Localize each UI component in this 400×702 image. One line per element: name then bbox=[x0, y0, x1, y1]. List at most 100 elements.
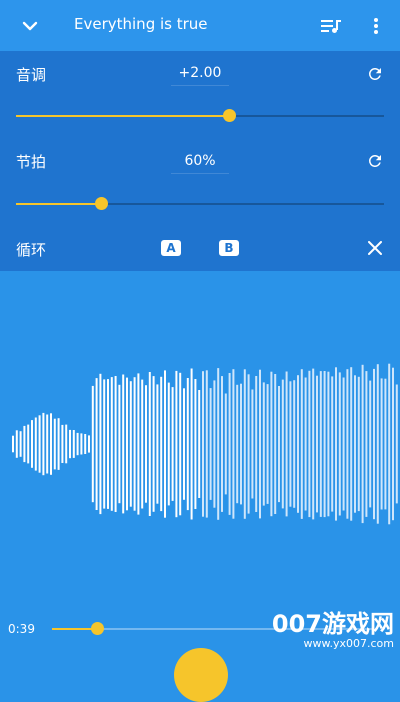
waveform-bar bbox=[186, 378, 189, 511]
playback-progress-thumb[interactable] bbox=[90, 622, 104, 635]
waveform-bar bbox=[331, 376, 334, 512]
pitch-slider-fill bbox=[16, 115, 230, 117]
waveform-bar bbox=[350, 367, 353, 521]
waveform-bar bbox=[175, 370, 178, 518]
elapsed-time: 0:39 bbox=[8, 622, 35, 636]
waveform-bar bbox=[133, 377, 136, 511]
waveform-bar bbox=[266, 384, 269, 504]
waveform-bar bbox=[65, 424, 68, 464]
top-bar: Everything is true bbox=[0, 0, 400, 51]
waveform-bar bbox=[312, 368, 315, 520]
play-button[interactable] bbox=[174, 648, 228, 702]
waveform-bar bbox=[164, 370, 166, 518]
waveform-bar bbox=[171, 387, 174, 501]
waveform-bar bbox=[361, 364, 364, 524]
waveform-bar bbox=[395, 384, 398, 504]
waveform-bar bbox=[141, 379, 144, 509]
waveform-bar bbox=[278, 386, 280, 503]
tempo-value[interactable]: 60% bbox=[171, 153, 229, 174]
waveform-bar bbox=[251, 389, 254, 499]
waveform-bar bbox=[107, 379, 109, 509]
tempo-slider[interactable] bbox=[16, 197, 384, 210]
waveform-bar bbox=[42, 412, 45, 476]
waveform-bar bbox=[354, 375, 356, 513]
waveform-bar bbox=[274, 374, 277, 514]
waveform-bar bbox=[247, 374, 250, 514]
waveform-bar bbox=[137, 373, 140, 515]
waveform-bar bbox=[31, 420, 33, 468]
waveform-bar bbox=[316, 375, 318, 513]
waveform-bar bbox=[357, 376, 360, 512]
tempo-label: 节拍 bbox=[16, 153, 47, 171]
waveform-bar bbox=[12, 435, 14, 453]
waveform-bar bbox=[285, 371, 288, 517]
waveform-bar bbox=[84, 434, 87, 454]
waveform-bar bbox=[34, 417, 37, 471]
waveform-bar bbox=[114, 376, 117, 512]
waveform-bar bbox=[262, 382, 265, 506]
waveform-bar bbox=[160, 376, 163, 512]
pitch-reset-icon[interactable] bbox=[364, 63, 386, 85]
waveform-bar bbox=[50, 413, 52, 475]
waveform-bar bbox=[342, 377, 345, 511]
waveform-bar bbox=[129, 381, 132, 507]
waveform-bar bbox=[19, 431, 22, 457]
waveform-bar bbox=[259, 369, 261, 519]
waveform-bar bbox=[110, 377, 113, 511]
waveform-bar bbox=[53, 418, 56, 470]
more-vert-icon[interactable] bbox=[366, 14, 386, 38]
waveform-bar bbox=[202, 371, 204, 517]
chevron-down-icon[interactable] bbox=[18, 14, 42, 38]
waveform-bar bbox=[319, 371, 322, 517]
waveform-bar bbox=[243, 369, 246, 519]
waveform[interactable] bbox=[0, 360, 400, 530]
loop-b-button[interactable]: B bbox=[219, 240, 239, 256]
waveform-bar bbox=[38, 415, 41, 473]
waveform-bar bbox=[72, 430, 75, 458]
tempo-slider-thumb[interactable] bbox=[94, 197, 108, 210]
waveform-bar bbox=[95, 378, 98, 510]
waveform-bar bbox=[198, 390, 201, 498]
waveform-bar bbox=[179, 372, 182, 516]
loop-a-button[interactable]: A bbox=[161, 240, 181, 256]
waveform-bar bbox=[369, 380, 372, 508]
waveform-bar bbox=[384, 378, 387, 510]
waveform-bar bbox=[118, 384, 121, 504]
waveform-bar bbox=[232, 369, 235, 519]
waveform-bar bbox=[148, 372, 151, 516]
waveform-bar bbox=[152, 376, 155, 512]
waveform-bar bbox=[183, 388, 185, 500]
waveform-bar bbox=[15, 430, 18, 458]
waveform-bar bbox=[304, 377, 307, 511]
close-icon[interactable] bbox=[365, 238, 385, 258]
waveform-bar bbox=[122, 374, 125, 514]
waveform-bar bbox=[255, 376, 258, 512]
waveform-bar bbox=[205, 370, 208, 518]
watermark: 007游戏网 www.yx007.com bbox=[272, 604, 394, 650]
tempo-reset-icon[interactable] bbox=[364, 150, 386, 172]
waveform-bar bbox=[388, 363, 391, 525]
waveform-bar bbox=[297, 375, 299, 513]
waveform-bar bbox=[240, 383, 242, 505]
watermark-line1: 007游戏网 bbox=[271, 610, 394, 638]
waveform-bar bbox=[392, 367, 394, 521]
waveform-bar bbox=[46, 414, 49, 474]
playlist-icon[interactable] bbox=[318, 14, 344, 38]
waveform-bar bbox=[80, 433, 83, 455]
waveform-bar bbox=[338, 372, 341, 516]
waveform-bar bbox=[76, 432, 79, 456]
waveform-bar bbox=[365, 371, 368, 517]
pitch-value[interactable]: +2.00 bbox=[171, 65, 229, 86]
waveform-bar bbox=[23, 425, 26, 463]
pitch-slider-thumb[interactable] bbox=[223, 109, 237, 122]
pitch-slider[interactable] bbox=[16, 109, 384, 122]
waveform-bar bbox=[209, 388, 212, 500]
waveform-bar bbox=[380, 378, 383, 510]
waveform-bar bbox=[194, 379, 197, 509]
waveform-bar bbox=[289, 381, 292, 507]
waveform-bar bbox=[99, 373, 102, 515]
waveform-bar bbox=[126, 377, 128, 511]
waveform-bar bbox=[308, 370, 311, 518]
song-title: Everything is true bbox=[74, 15, 208, 33]
tempo-slider-fill bbox=[16, 203, 101, 205]
